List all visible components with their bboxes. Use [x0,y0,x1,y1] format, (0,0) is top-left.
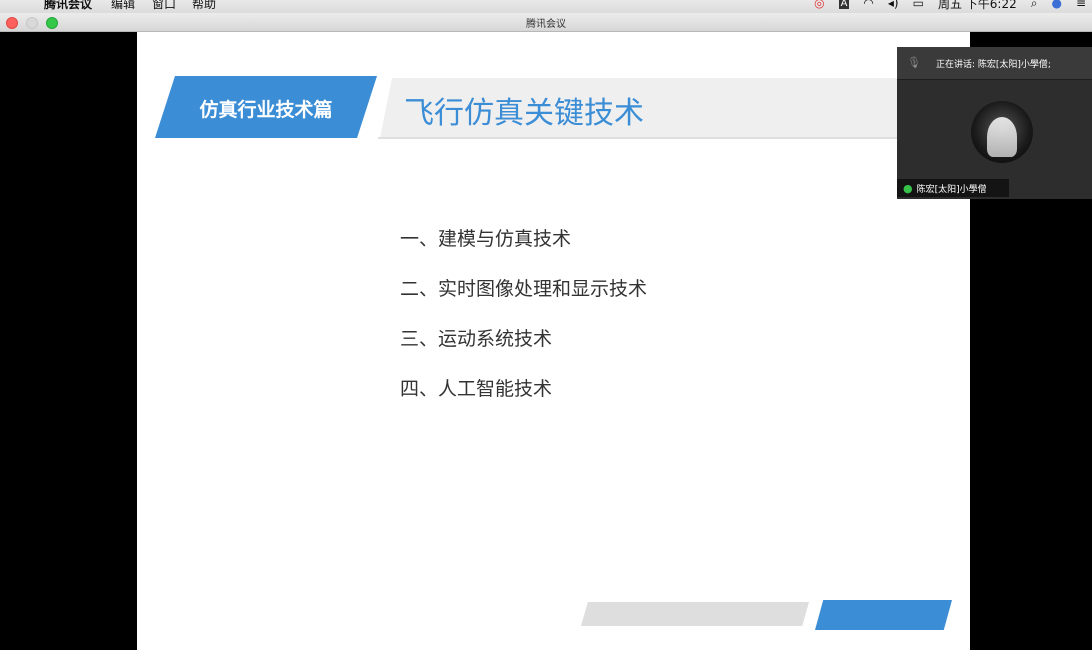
speaker-video-panel[interactable]: 🎙 正在讲话: 陈宏[太阳]小學僧; ● 陈宏[太阳]小學僧 [897,47,1092,199]
spotlight-search-icon[interactable]: ⌕ [1031,0,1038,11]
participant-name-bar: ● 陈宏[太阳]小學僧 [897,179,1009,197]
volume-icon[interactable]: ◂) [888,0,899,10]
slide-item-list: 一、建模与仿真技术 二、实时图像处理和显示技术 三、运动系统技术 四、人工智能技… [400,227,647,427]
window-title: 腾讯会议 [526,19,566,30]
slide-item: 一、建模与仿真技术 [400,228,572,250]
slide-section-tag-text: 仿真行业技术篇 [199,99,333,121]
slide-decoration-blue [815,600,952,630]
input-source-icon[interactable]: A [838,0,850,9]
menu-edit[interactable]: 编辑 [111,0,135,12]
menubar-datetime[interactable]: 周五 下午6:22 [938,0,1017,12]
slide-section-tag: 仿真行业技术篇 [155,76,377,138]
slide-decoration-gray [581,602,809,626]
notification-center-icon[interactable]: ≡ [1076,0,1086,10]
muted-microphone-icon: 🎙 [907,56,921,69]
microphone-on-icon: ● [903,181,913,195]
window-title-bar[interactable]: 腾讯会议 [0,13,1092,32]
menu-window[interactable]: 窗口 [152,0,176,12]
speaking-label: 正在讲话: 陈宏[太阳]小學僧; [936,60,1051,70]
shared-slide: 仿真行业技术篇 飞行仿真关键技术 一、建模与仿真技术 二、实时图像处理和显示技术… [137,32,980,650]
slide-item: 四、人工智能技术 [400,378,553,400]
wifi-icon[interactable]: ◠ [863,0,873,10]
participant-avatar [971,101,1033,163]
slide-title-underline [378,137,978,139]
speaking-indicator-bar: 🎙 正在讲话: 陈宏[太阳]小學僧; [897,47,1092,80]
slide-item: 三、运动系统技术 [400,328,553,350]
slide-title-bar: 飞行仿真关键技术 [380,78,980,138]
meeting-status-icon[interactable]: ◎ [814,0,824,10]
menu-help[interactable]: 帮助 [192,0,216,12]
battery-icon[interactable]: ▭ [913,0,924,10]
slide-title: 飞行仿真关键技术 [404,96,644,131]
menu-bar: 腾讯会议 编辑 窗口 帮助 ◎ A ◠ ◂) ▭ 周五 下午6:22 ⌕ ● ≡ [0,0,1092,13]
siri-icon[interactable]: ● [1051,0,1061,10]
participant-name: 陈宏[太阳]小學僧 [916,184,987,195]
avatar-figure [987,117,1017,157]
menu-app-name[interactable]: 腾讯会议 [44,0,92,12]
slide-item: 二、实时图像处理和显示技术 [400,278,648,300]
